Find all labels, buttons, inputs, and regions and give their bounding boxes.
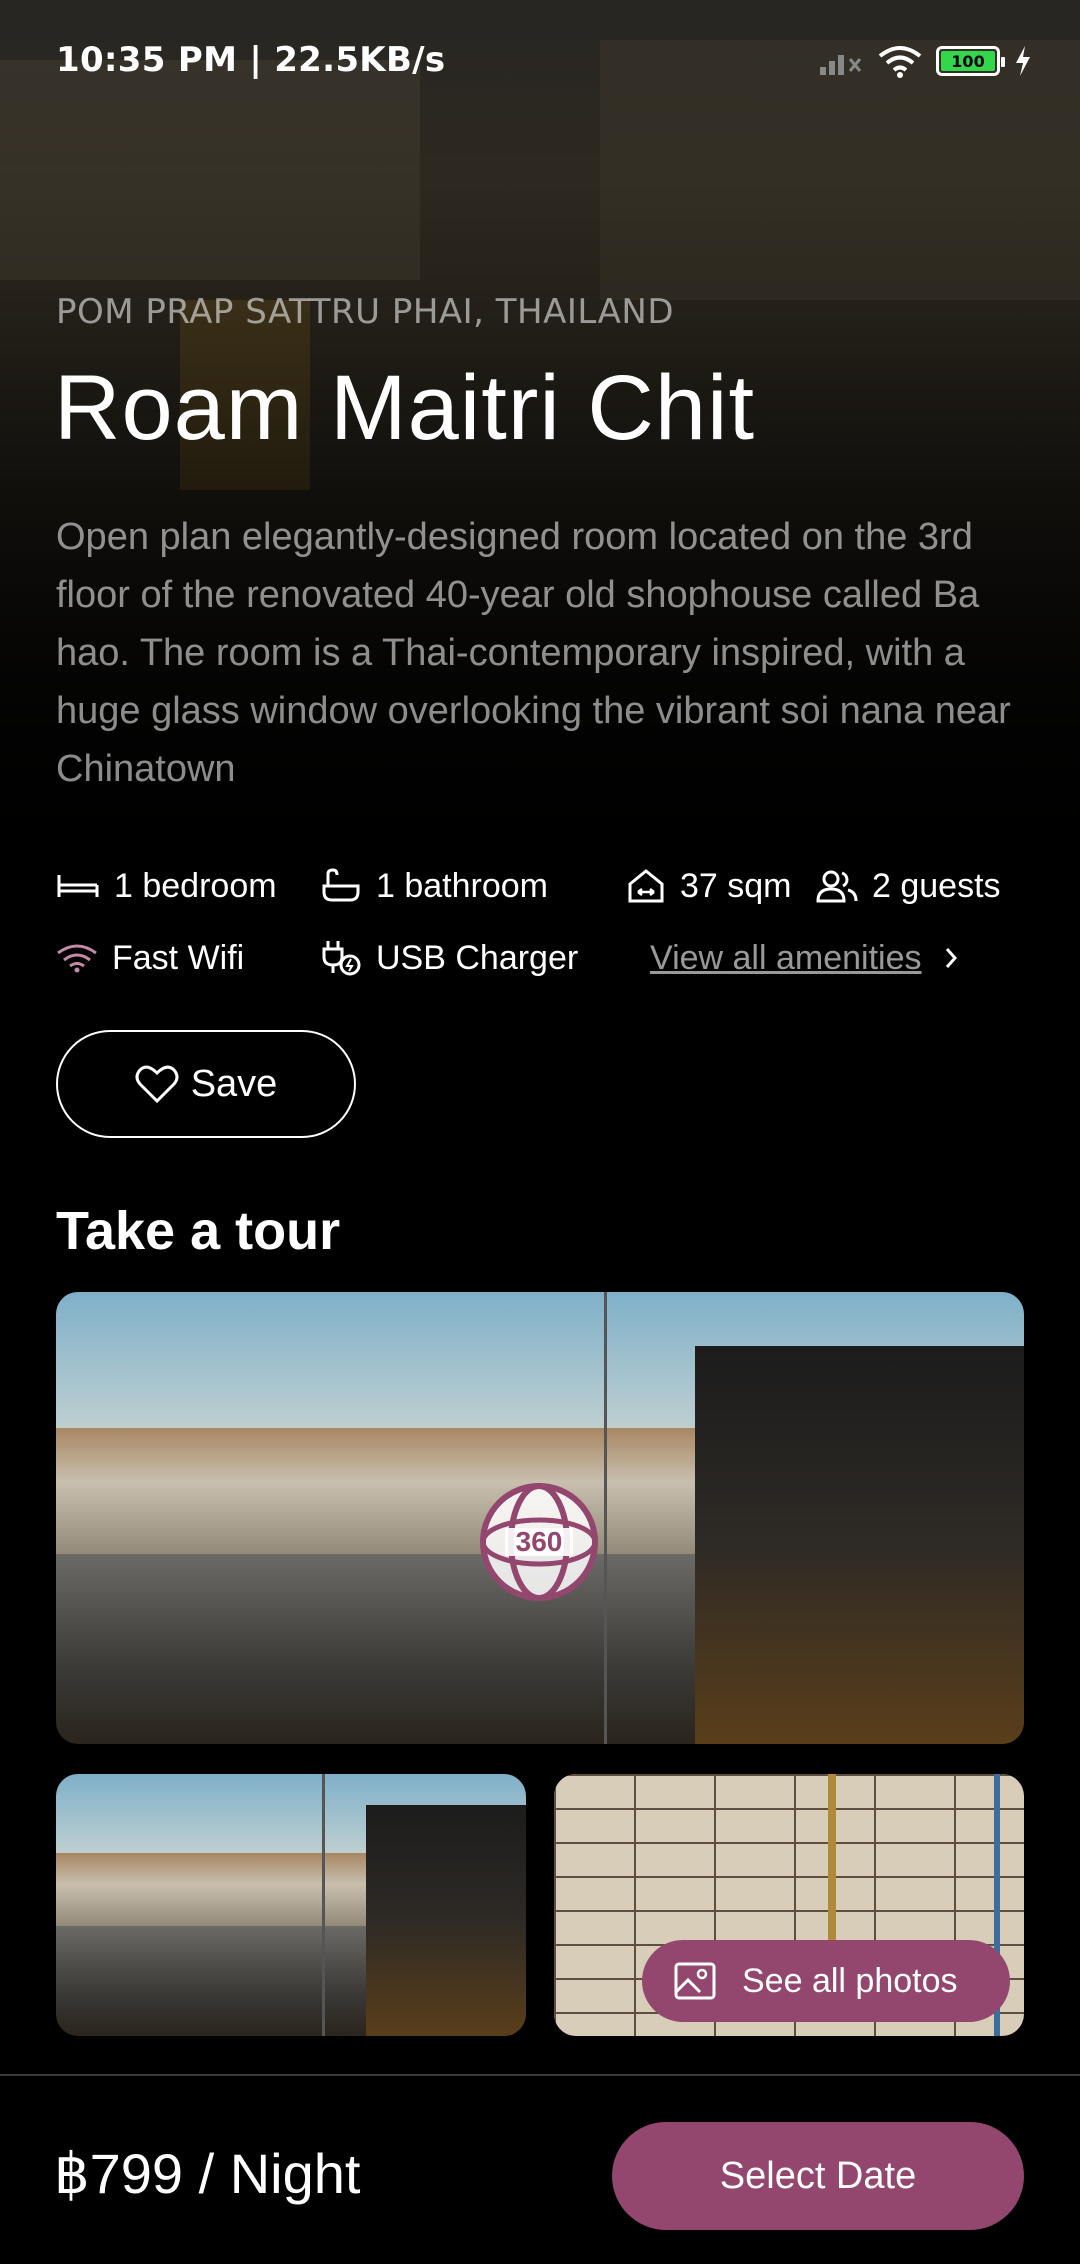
heart-icon [135,1065,179,1104]
price-label: ฿799 / Night [54,2142,361,2205]
home-icon [628,869,664,903]
bed-icon [57,875,99,897]
tour-section-title: Take a tour [56,1201,341,1261]
feature-charger: USB Charger [320,939,650,978]
status-time: 10:35 PM | 22.5KB/s [56,40,446,80]
chevron-right-icon [945,948,957,968]
booking-bar: ฿799 / Night Select Date [0,2074,1080,2264]
select-date-button[interactable]: Select Date [612,2122,1024,2230]
guests-icon [816,870,858,903]
feature-area: 37 sqm [626,867,816,906]
feature-guests: 2 guests [816,867,1001,906]
gallery-photo-street[interactable] [56,1774,526,2036]
status-bar: 10:35 PM | 22.5KB/s 100 [0,0,1080,120]
feature-bathroom: 1 bathroom [320,867,626,906]
wifi-icon [57,944,97,973]
feature-wifi: Fast Wifi [56,939,320,978]
features-list: 1 bedroom 1 bathroom 37 sqm 2 guests Fas… [56,850,1026,994]
charging-icon [1016,46,1030,76]
gallery-photo-wall[interactable]: See all photos [554,1774,1024,2036]
feature-bedroom: 1 bedroom [56,867,320,906]
listing-description: Open plan elegantly-designed room locate… [56,516,1011,790]
listing-title: Roam Maitri Chit [54,357,756,459]
360-badge-icon[interactable]: 360 [479,1482,599,1602]
battery-icon: 100 [936,46,1005,76]
view-all-amenities-link[interactable]: View all amenities [650,939,966,978]
save-button[interactable]: Save [56,1030,356,1138]
image-icon [674,1962,716,2000]
location-label: POM PRAP SATTRU PHAI, THAILAND [56,292,675,332]
bathtub-icon [322,868,360,902]
status-icons: 100 [818,44,1032,78]
charger-icon [322,941,361,976]
360-badge-label: 360 [516,1526,563,1557]
see-all-photos-button[interactable]: See all photos [642,1940,1010,2022]
signal-icon [820,55,862,75]
tour-360-photo[interactable]: 360 [56,1292,1024,1744]
wifi-icon [878,46,922,78]
